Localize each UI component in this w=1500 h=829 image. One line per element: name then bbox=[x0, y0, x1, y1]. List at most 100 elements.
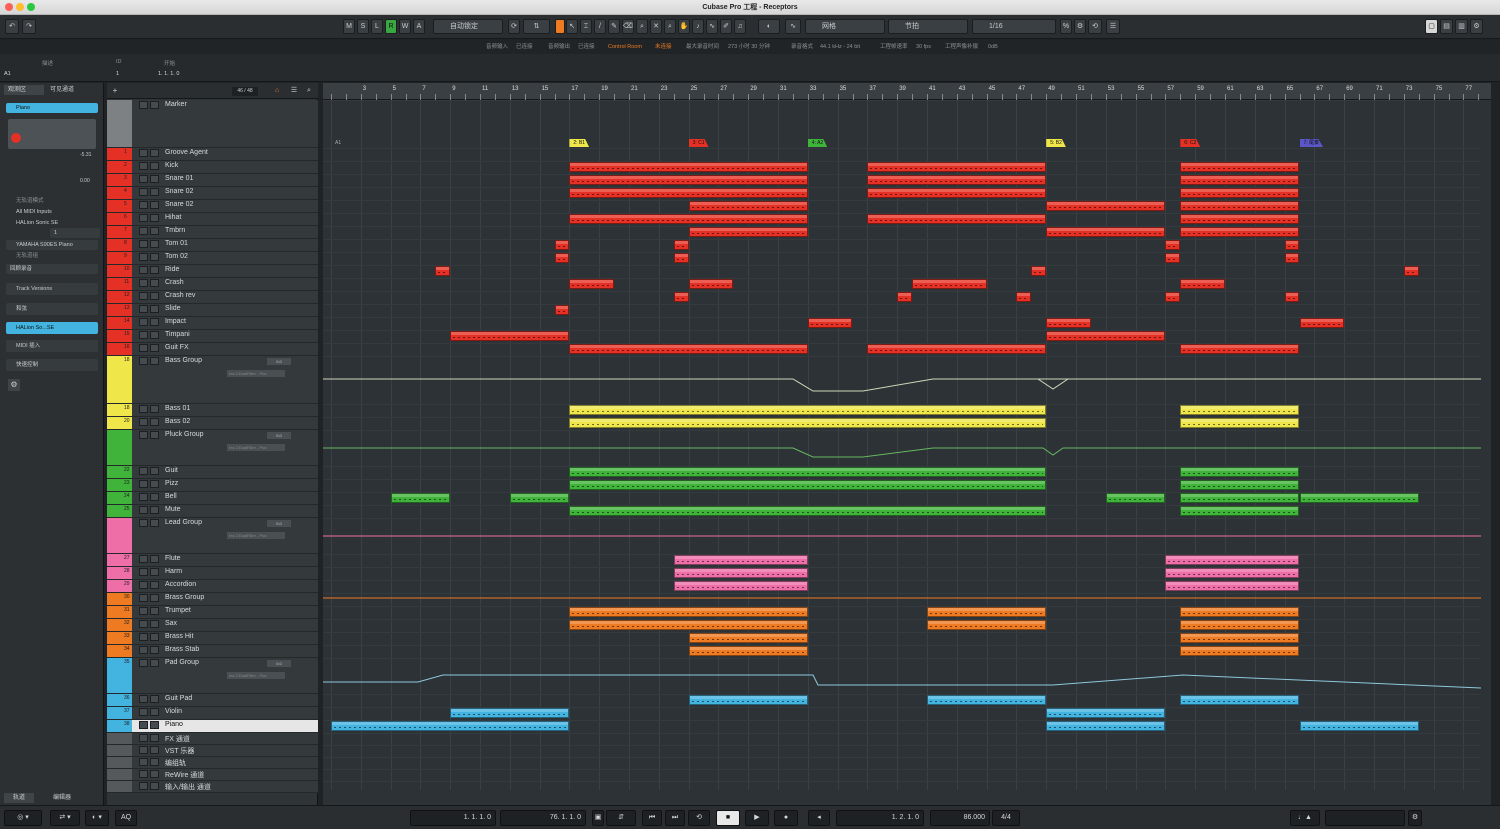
combine-tools-icon[interactable] bbox=[555, 19, 565, 34]
solo-button[interactable] bbox=[150, 431, 159, 439]
track-name[interactable]: Timpani bbox=[165, 331, 190, 338]
undo-icon[interactable]: ↶ bbox=[5, 19, 19, 34]
mute-button[interactable] bbox=[139, 357, 148, 365]
mute-button[interactable] bbox=[139, 708, 148, 716]
bank-select[interactable]: 无轨道组 bbox=[6, 251, 98, 261]
mute-tool-icon[interactable]: ✕ bbox=[650, 19, 662, 34]
track-name[interactable]: Impact bbox=[165, 318, 186, 325]
tab-visibility[interactable]: 可见通道 bbox=[50, 85, 90, 95]
track-guit-fx[interactable]: 16 Guit FX bbox=[107, 343, 318, 356]
play-tool-icon[interactable]: ♪ bbox=[692, 19, 704, 34]
mute-button[interactable] bbox=[139, 344, 148, 352]
solo-button[interactable] bbox=[150, 782, 159, 790]
track-tom-01[interactable]: 8 Tom 01 bbox=[107, 239, 318, 252]
mute-button[interactable] bbox=[139, 659, 148, 667]
track-bass-02[interactable]: 20 Bass 02 bbox=[107, 417, 318, 430]
group-volume[interactable]: 0.0 bbox=[267, 520, 291, 527]
solo-button[interactable] bbox=[150, 734, 159, 742]
tab-tracks[interactable]: 轨道 bbox=[4, 793, 34, 803]
track-crash[interactable]: 11 Crash bbox=[107, 278, 318, 291]
mute-button[interactable] bbox=[139, 493, 148, 501]
track-name[interactable]: Guit FX bbox=[165, 344, 189, 351]
go-to-end-icon[interactable]: ⏭ bbox=[665, 810, 685, 826]
layout-right-icon[interactable]: ▥ bbox=[1455, 19, 1468, 34]
solo-button[interactable] bbox=[150, 620, 159, 628]
track-name[interactable]: Guit Pad bbox=[165, 695, 192, 702]
track-hihat[interactable]: 6 Hihat bbox=[107, 213, 318, 226]
mute-button[interactable] bbox=[139, 188, 148, 196]
track-piano[interactable]: 38 Piano bbox=[107, 720, 318, 733]
list-icon[interactable]: ☰ bbox=[289, 86, 299, 96]
mute-button[interactable] bbox=[139, 305, 148, 313]
color-icon[interactable]: ◐ bbox=[758, 19, 780, 34]
mute-button[interactable] bbox=[139, 646, 148, 654]
solo-button[interactable] bbox=[150, 175, 159, 183]
home-icon[interactable]: ⌂ bbox=[272, 86, 282, 96]
section-chords[interactable]: 和弦 bbox=[6, 303, 98, 315]
track-name[interactable]: Tom 02 bbox=[165, 253, 188, 260]
range-select-icon[interactable]: ⌶ bbox=[580, 19, 592, 34]
solo-button[interactable] bbox=[150, 659, 159, 667]
track-name[interactable]: Guit bbox=[165, 467, 178, 474]
locator-settings-icon[interactable]: ⇵ bbox=[606, 810, 636, 826]
solo-button[interactable] bbox=[150, 695, 159, 703]
media-bay-icon[interactable]: ☰ bbox=[1106, 19, 1120, 34]
track-name[interactable]: Flute bbox=[165, 555, 181, 562]
constrain-icon[interactable]: ⇅ bbox=[523, 19, 550, 34]
track-name[interactable]: Tom 01 bbox=[165, 240, 188, 247]
solo-button[interactable] bbox=[150, 162, 159, 170]
quantize-select[interactable]: 1/16 bbox=[972, 19, 1056, 34]
layout-bottom-icon[interactable]: ▤ bbox=[1440, 19, 1453, 34]
solo-button[interactable] bbox=[150, 318, 159, 326]
track-groove-agent[interactable]: 1 Groove Agent bbox=[107, 148, 318, 161]
track-pluck-group[interactable]: Pluck Group Ins.2:DualFilter - Pos 0.0 bbox=[107, 430, 318, 466]
track-kick[interactable]: 2 Kick bbox=[107, 161, 318, 174]
mute-button[interactable] bbox=[139, 581, 148, 589]
track-name[interactable]: Slide bbox=[165, 305, 181, 312]
section-quick-controls[interactable]: 快速控制 bbox=[6, 359, 98, 371]
solo-button[interactable] bbox=[150, 418, 159, 426]
track-snare-01[interactable]: 3 Snare 01 bbox=[107, 174, 318, 187]
track-name[interactable]: Bass 02 bbox=[165, 418, 190, 425]
solo-button[interactable] bbox=[150, 758, 159, 766]
solo-button[interactable] bbox=[150, 266, 159, 274]
control-room-link[interactable]: Control Room bbox=[608, 40, 642, 54]
track-name[interactable]: Marker bbox=[165, 101, 187, 108]
stop-icon[interactable]: ■ bbox=[716, 810, 740, 826]
mute-button[interactable] bbox=[139, 214, 148, 222]
search-icon[interactable]: ⌕ bbox=[664, 19, 676, 34]
zoom-window-button[interactable] bbox=[27, 3, 35, 11]
go-to-start-icon[interactable]: ⏮ bbox=[642, 810, 662, 826]
nudge-icon[interactable]: ⇄ ▾ bbox=[50, 810, 80, 826]
track-name[interactable]: 编组轨 bbox=[165, 758, 186, 768]
mute-button[interactable] bbox=[139, 227, 148, 235]
mute-button[interactable] bbox=[139, 721, 148, 729]
track-name[interactable]: Groove Agent bbox=[165, 149, 208, 156]
redo-icon[interactable]: ↷ bbox=[22, 19, 36, 34]
solo-button[interactable] bbox=[150, 633, 159, 641]
track-bass-01[interactable]: 18 Bass 01 bbox=[107, 404, 318, 417]
event-start[interactable]: 1. 1. 1. 0 bbox=[158, 71, 179, 77]
mute-button[interactable] bbox=[139, 418, 148, 426]
solo-button[interactable] bbox=[150, 721, 159, 729]
line-tool-icon[interactable]: ∿ bbox=[706, 19, 718, 34]
track-harm[interactable]: 28 Harm bbox=[107, 567, 318, 580]
midi-input[interactable]: All MIDI Inputs bbox=[6, 207, 98, 217]
mute-button[interactable] bbox=[139, 519, 148, 527]
record-enable-button[interactable] bbox=[11, 133, 21, 143]
track-name[interactable]: Snare 01 bbox=[165, 175, 193, 182]
track-slide[interactable]: 13 Slide bbox=[107, 304, 318, 317]
track-crash-rev[interactable]: 12 Crash rev bbox=[107, 291, 318, 304]
track-name[interactable]: Pluck Group bbox=[165, 431, 204, 438]
track-name[interactable]: Pizz bbox=[165, 480, 178, 487]
solo-button[interactable] bbox=[150, 708, 159, 716]
mute-all-button[interactable]: M bbox=[343, 19, 355, 34]
activity-icon[interactable]: ◎ ▾ bbox=[4, 810, 42, 826]
hand-icon[interactable]: ✋ bbox=[678, 19, 690, 34]
track-ride[interactable]: 10 Ride bbox=[107, 265, 318, 278]
track-trumpet[interactable]: 31 Trumpet bbox=[107, 606, 318, 619]
group-insert-slot[interactable]: Ins.2:DualFilter - Pos bbox=[227, 672, 285, 679]
click-settings[interactable] bbox=[1325, 810, 1405, 826]
solo-button[interactable] bbox=[150, 519, 159, 527]
track-name[interactable]: Pad Group bbox=[165, 659, 199, 666]
